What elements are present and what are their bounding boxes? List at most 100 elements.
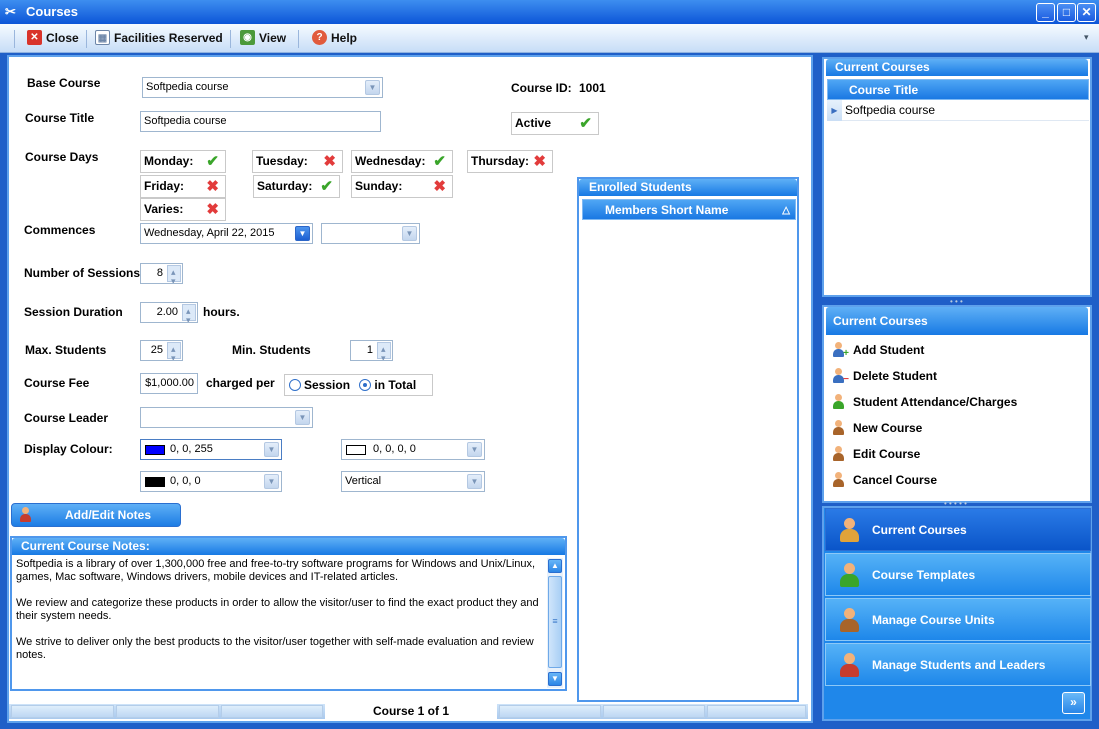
day-tuesday[interactable]: Tuesday: ✖	[252, 150, 343, 173]
cross-icon: ✖	[533, 153, 546, 170]
colour-swatch	[145, 445, 165, 455]
nav-manage-course-units[interactable]: Manage Course Units	[825, 598, 1091, 641]
help-button[interactable]: ? Help	[312, 30, 357, 45]
new-course-action[interactable]: New Course	[831, 420, 922, 436]
active-checkbox[interactable]: Active ✔	[511, 112, 599, 135]
expand-nav-icon[interactable]: »	[1062, 692, 1085, 714]
duration-label: Session Duration	[24, 305, 123, 319]
members-column-header[interactable]: Members Short Name △	[582, 199, 796, 220]
maximize-button[interactable]: □	[1057, 3, 1076, 22]
radio-session[interactable]: Session	[289, 378, 350, 392]
duration-stepper[interactable]: 2.00	[140, 302, 198, 323]
min-students-stepper[interactable]: 1	[350, 340, 393, 361]
day-sunday[interactable]: Sunday: ✖	[351, 175, 453, 198]
person-notes-icon	[18, 507, 34, 523]
day-saturday[interactable]: Saturday: ✔	[253, 175, 340, 198]
attendance-charges-action[interactable]: Student Attendance/Charges	[831, 394, 1017, 410]
notes-scrollbar[interactable]: ▲ ≡ ▼	[547, 558, 563, 688]
next-page-button[interactable]	[603, 705, 705, 718]
toolbar: ✕ Close ▦ Facilities Reserved ◉ View ? H…	[0, 24, 1099, 53]
chevron-down-icon: ▼	[467, 442, 482, 457]
current-courses-list-panel: Current Courses Course Title ▶ Softpedia…	[822, 57, 1092, 297]
day-friday[interactable]: Friday: ✖	[140, 175, 226, 198]
cross-icon: ✖	[433, 178, 446, 195]
nav-manage-students-leaders[interactable]: Manage Students and Leaders	[825, 643, 1091, 686]
chevron-down-icon: ▼	[264, 442, 279, 457]
course-title-column-header[interactable]: Course Title	[827, 79, 1089, 100]
delete-student-action[interactable]: − Delete Student	[831, 368, 937, 385]
fee-label: Course Fee	[24, 376, 90, 390]
first-record-button[interactable]	[11, 705, 114, 718]
next-record-button[interactable]	[499, 705, 601, 718]
course-templates-icon	[836, 561, 864, 589]
attendance-icon	[831, 394, 847, 410]
base-course-select[interactable]: Softpedia course ▼	[142, 77, 383, 98]
course-row[interactable]: ▶ Softpedia course	[827, 100, 1089, 121]
view-button[interactable]: ◉ View	[240, 30, 286, 45]
cross-icon: ✖	[206, 178, 219, 195]
colour-select-3[interactable]: 0, 0, 0 ▼	[140, 471, 282, 492]
prev-page-button[interactable]	[116, 705, 219, 718]
colour-swatch	[346, 445, 366, 455]
row-indicator-icon: ▶	[827, 100, 842, 121]
colour-select-1[interactable]: 0, 0, 255 ▼	[140, 439, 282, 460]
colour-select-2[interactable]: 0, 0, 0, 0 ▼	[341, 439, 485, 460]
scroll-thumb[interactable]: ≡	[548, 576, 562, 668]
cancel-course-action[interactable]: Cancel Course	[831, 472, 937, 488]
enrolled-students-panel: Enrolled Students Members Short Name △	[577, 177, 799, 702]
course-title-input[interactable]: Softpedia course	[140, 111, 381, 132]
toolbar-overflow-icon[interactable]: ▾	[1084, 32, 1089, 43]
check-icon: ✔	[433, 153, 446, 170]
close-button[interactable]: ✕ Close	[27, 30, 79, 45]
course-units-icon	[836, 606, 864, 634]
scroll-up-icon[interactable]: ▲	[548, 559, 562, 573]
record-position: Course 1 of 1	[325, 704, 497, 719]
actions-header: Current Courses	[826, 307, 1088, 335]
charge-basis-group: Session in Total	[284, 374, 433, 396]
sort-asc-icon: △	[782, 205, 790, 216]
window-title: Courses	[26, 4, 79, 19]
close-window-button[interactable]: ✕	[1077, 3, 1096, 22]
fee-input[interactable]: $1,000.00	[140, 373, 198, 394]
radio-icon	[289, 379, 301, 391]
day-wednesday[interactable]: Wednesday: ✔	[351, 150, 453, 173]
day-varies[interactable]: Varies: ✖	[140, 198, 226, 221]
delete-student-icon: −	[831, 368, 849, 385]
spinner-icon[interactable]	[182, 303, 196, 322]
edit-course-action[interactable]: Edit Course	[831, 446, 920, 462]
notes-text[interactable]: Softpedia is a library of over 1,300,000…	[16, 558, 544, 662]
current-courses-header: Current Courses	[826, 59, 1088, 76]
commences-time-select[interactable]: ▼	[321, 223, 420, 244]
nav-course-templates[interactable]: Course Templates	[825, 553, 1091, 596]
close-icon: ✕	[27, 30, 42, 45]
radio-in-total[interactable]: in Total	[359, 378, 416, 392]
day-thursday[interactable]: Thursday: ✖	[467, 150, 553, 173]
current-courses-icon	[836, 516, 864, 544]
new-course-icon	[831, 420, 847, 436]
minimize-button[interactable]: _	[1036, 3, 1055, 22]
add-student-action[interactable]: + Add Student	[831, 342, 924, 359]
max-students-stepper[interactable]: 25	[140, 340, 183, 361]
leader-select[interactable]: ▼	[140, 407, 313, 428]
course-actions-panel: Current Courses + Add Student − Delete S…	[822, 305, 1092, 503]
scroll-down-icon[interactable]: ▼	[548, 672, 562, 686]
facilities-reserved-button[interactable]: ▦ Facilities Reserved	[95, 30, 223, 45]
orientation-select[interactable]: Vertical ▼	[341, 471, 485, 492]
chevron-down-icon: ▼	[264, 474, 279, 489]
cross-icon: ✖	[206, 201, 219, 218]
course-id-value: 1001	[579, 81, 606, 95]
spinner-icon[interactable]	[167, 264, 181, 283]
nav-current-courses[interactable]: Current Courses	[825, 508, 1091, 551]
spinner-icon[interactable]	[377, 341, 391, 360]
prev-record-button[interactable]	[221, 705, 323, 718]
record-navigator: Course 1 of 1	[9, 704, 808, 719]
display-colour-label: Display Colour:	[24, 442, 113, 456]
add-student-icon: +	[831, 342, 849, 359]
last-record-button[interactable]	[707, 705, 806, 718]
spinner-icon[interactable]	[167, 341, 181, 360]
sessions-stepper[interactable]: 8	[140, 263, 183, 284]
commences-date-picker[interactable]: Wednesday, April 22, 2015 ▼	[140, 223, 313, 244]
add-edit-notes-button[interactable]: Add/Edit Notes	[11, 503, 181, 527]
day-monday[interactable]: Monday: ✔	[140, 150, 226, 173]
title-bar: ✂ Courses _ □ ✕	[0, 0, 1099, 24]
